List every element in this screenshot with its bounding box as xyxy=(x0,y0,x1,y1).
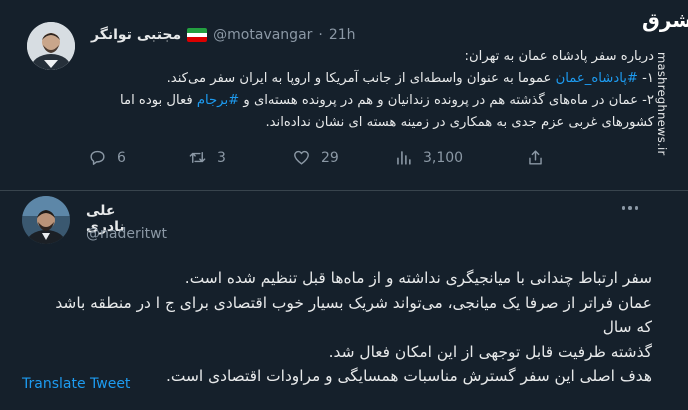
watermark-logo: مشرق xyxy=(642,8,688,32)
tweet-line: کشورهای غربی عزم جدی به همکاری در زمینه … xyxy=(265,115,654,130)
more-options-button[interactable] xyxy=(618,200,642,216)
heart-icon xyxy=(294,150,309,165)
author-handle[interactable]: @naderitwt xyxy=(86,226,167,242)
reply-button[interactable]: 6 xyxy=(88,148,126,167)
like-button[interactable]: 29 xyxy=(292,148,339,167)
share-icon xyxy=(529,150,542,165)
tweet-line: ۱- #پادشاه_عمان عموما به عنوان واسطه‌ای … xyxy=(94,68,654,90)
tweet-line: عمان فراتر از صرفا یک میانجی، می‌تواند ش… xyxy=(55,293,652,337)
like-count: 29 xyxy=(321,149,339,166)
tweet-header: مجتبی توانگر @motavangar · 21h xyxy=(91,24,356,46)
tweet-line: سفر ارتباط چندانی با میانجیگری نداشته و … xyxy=(184,269,652,287)
retweet-count: 3 xyxy=(217,149,226,166)
watermark: مشرق mashreghnews.ir xyxy=(642,8,688,168)
divider xyxy=(0,190,688,191)
retweet-button[interactable]: 3 xyxy=(188,148,226,167)
tweet-body: سفر ارتباط چندانی با میانجیگری نداشته و … xyxy=(52,266,652,389)
tweet-line: ۲- عمان در ماه‌های گذشته هم در پرونده زن… xyxy=(94,90,654,112)
reply-icon xyxy=(90,150,105,165)
tweet-line: گذشته ظرفیت قابل توجهی از این امکان فعال… xyxy=(328,342,652,361)
iran-flag-icon xyxy=(187,28,208,42)
quoted-tweet-card[interactable]: مجتبی توانگر @motavangar · 21h درباره سف… xyxy=(0,0,688,190)
line-text: عموما به عنوان واسطه‌ای از جانب آمریکا و… xyxy=(166,71,556,86)
hashtag-link[interactable]: #برجام xyxy=(197,93,239,108)
line-text: ۲- عمان در ماه‌های گذشته هم در پرونده زن… xyxy=(239,93,654,108)
line-text: فعال بوده اما xyxy=(119,93,197,108)
tweet-line: درباره سفر پادشاه عمان به تهران: xyxy=(464,49,654,64)
separator-dot: · xyxy=(318,27,323,43)
tweet-line: هدف اصلی این سفر گسترش مناسبات همسایگی و… xyxy=(166,367,652,385)
tweet-body: درباره سفر پادشاه عمان به تهران: ۱- #پاد… xyxy=(94,46,654,134)
author-display-name[interactable]: مجتبی توانگر xyxy=(91,27,181,43)
watermark-url: mashreghnews.ir xyxy=(655,52,669,156)
tweet-time[interactable]: 21h xyxy=(329,27,356,43)
author-avatar[interactable] xyxy=(27,22,75,70)
tweet-actions: 6 3 29 3,100 xyxy=(88,148,548,170)
views-count: 3,100 xyxy=(423,149,464,166)
views-icon xyxy=(397,151,411,165)
share-button[interactable] xyxy=(526,148,545,167)
views-button[interactable]: 3,100 xyxy=(394,148,463,167)
retweet-icon xyxy=(189,152,206,163)
author-avatar[interactable] xyxy=(22,196,70,244)
translate-tweet-link[interactable]: Translate Tweet xyxy=(22,376,130,392)
author-handle[interactable]: @motavangar xyxy=(213,27,312,43)
reply-count: 6 xyxy=(117,149,126,166)
hashtag-link[interactable]: #پادشاه_عمان xyxy=(556,71,638,86)
